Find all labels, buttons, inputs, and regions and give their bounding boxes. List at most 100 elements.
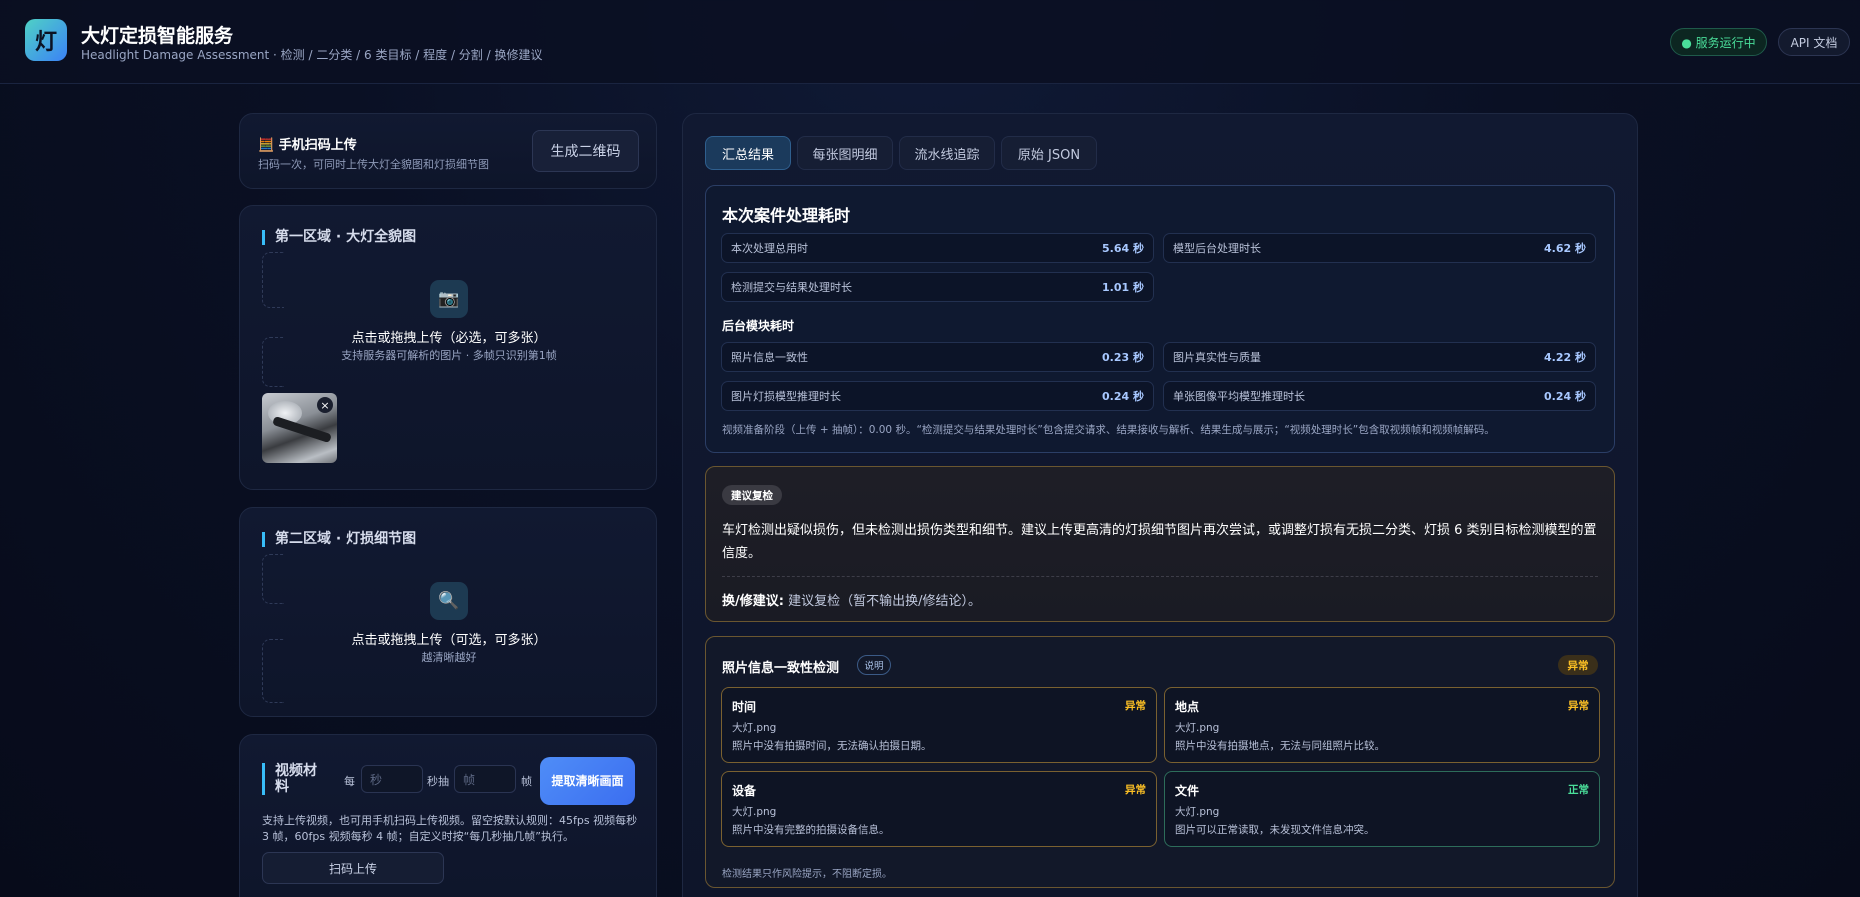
remove-thumbnail-icon[interactable]: × [317, 397, 333, 413]
cell-file: 大灯.png [732, 722, 777, 734]
metric-label: 模型后台处理时长 [1173, 242, 1261, 255]
metric-value: 5.64 秒 [1102, 242, 1144, 255]
metric-submit-time: 检测提交与结果处理时长 1.01 秒 [721, 272, 1154, 302]
consistency-cell-file: 文件 正常 大灯.png 图片可以正常读取，未发现文件信息冲突。 [1164, 771, 1600, 847]
magnifier-icon: 🔍 [430, 582, 468, 620]
zone1-dropzone[interactable]: 点击或拖拽上传（必选，可多张） [240, 327, 658, 346]
metric-total-time: 本次处理总用时 5.64 秒 [721, 233, 1154, 263]
module-metric: 图片灯损模型推理时长 0.24 秒 [721, 381, 1154, 411]
video-every-label: 每 [344, 775, 355, 788]
tab-per-image[interactable]: 每张图明细 [797, 136, 893, 170]
zone-overview-upload: 第一区域 · 大灯全貌图 📷 点击或拖拽上传（必选，可多张） 支持服务器可解析的… [239, 205, 657, 490]
extract-frames-button[interactable]: 提取清晰画面 [540, 757, 635, 805]
cell-message: 照片中没有拍摄地点，无法与同组照片比较。 [1175, 740, 1385, 752]
help-button[interactable]: 说明 [857, 655, 891, 675]
zone1-title: 第一区域 · 大灯全貌图 [262, 230, 416, 245]
repair-advice-value: 建议复检（暂不输出换/修结论）。 [783, 594, 981, 609]
service-status-badge: ● 服务运行中 [1670, 28, 1767, 56]
cell-title: 时间 [732, 700, 757, 714]
cell-message: 照片中没有完整的拍摄设备信息。 [732, 824, 890, 836]
video-desc: 支持上传视频，也可用手机扫码上传视频。留空按默认规则：45fps 视频每秒 3 … [262, 814, 638, 843]
cell-status: 异常 [1125, 700, 1146, 712]
generate-qr-button[interactable]: 生成二维码 [532, 130, 639, 172]
camera-icon: 📷 [430, 280, 468, 318]
metric-label: 图片灯损模型推理时长 [731, 390, 841, 403]
zone2-hint: 越清晰越好 [421, 651, 477, 664]
repair-advice-label: 换/修建议: [722, 594, 784, 609]
advice-section: 建议复检 车灯检测出疑似损伤，但未检测出损伤类型和细节。建议上传更高清的灯损细节… [705, 466, 1615, 622]
modules-title: 后台模块耗时 [722, 319, 795, 333]
app-logo: 灯 [25, 19, 67, 61]
api-docs-button[interactable]: API 文档 [1778, 28, 1850, 56]
cell-status: 异常 [1568, 700, 1589, 712]
consistency-note: 检测结果只作风险提示，不阻断定损。 [722, 869, 892, 880]
cell-status: 异常 [1125, 784, 1146, 796]
timing-note: 视频准备阶段（上传 + 抽帧）：0.00 秒。“检测提交与结果处理时长”包含提交… [722, 424, 1495, 436]
module-metric: 单张图像平均模型推理时长 0.24 秒 [1163, 381, 1596, 411]
consistency-cell-location: 地点 异常 大灯.png 照片中没有拍摄地点，无法与同组照片比较。 [1164, 687, 1600, 763]
metric-label: 本次处理总用时 [731, 242, 808, 255]
seconds-suffix: 秒抽 [427, 775, 449, 788]
video-material-card: 视频材料 每 秒 秒抽 帧 帧 提取清晰画面 支持上传视频，也可用手机扫码上传视… [239, 734, 657, 897]
consistency-section: 照片信息一致性检测 说明 异常 时间 异常 大灯.png 照片中没有拍摄时间，无… [705, 636, 1615, 888]
zone2-dropzone[interactable]: 点击或拖拽上传（可选，可多张） [240, 629, 658, 648]
top-bar: 灯 大灯定损智能服务 Headlight Damage Assessment ·… [0, 0, 1860, 84]
metric-label: 单张图像平均模型推理时长 [1173, 390, 1305, 403]
tab-pipeline[interactable]: 流水线追踪 [899, 136, 995, 170]
cell-file: 大灯.png [732, 806, 777, 818]
metric-label: 检测提交与结果处理时长 [731, 281, 852, 294]
metric-value: 1.01 秒 [1102, 281, 1144, 294]
frames-input[interactable]: 帧 [454, 765, 516, 793]
frames-suffix: 帧 [521, 775, 532, 788]
consistency-title: 照片信息一致性检测 [722, 661, 840, 676]
cell-title: 文件 [1175, 784, 1200, 798]
app-title: 大灯定损智能服务 [81, 25, 234, 47]
metric-value: 0.24 秒 [1544, 390, 1586, 403]
metric-value: 0.23 秒 [1102, 351, 1144, 364]
repair-advice: 换/修建议: 建议复检（暂不输出换/修结论）。 [722, 590, 981, 609]
tab-raw-json[interactable]: 原始 JSON [1001, 136, 1097, 170]
consistency-cell-time: 时间 异常 大灯.png 照片中没有拍摄时间，无法确认拍摄日期。 [721, 687, 1157, 763]
thumbnail-bumper-shape [272, 415, 332, 444]
scan-upload-title-text: 手机扫码上传 [278, 138, 357, 153]
cell-file: 大灯.png [1175, 806, 1220, 818]
metric-model-time: 模型后台处理时长 4.62 秒 [1163, 233, 1596, 263]
zone-detail-upload: 第二区域 · 灯损细节图 🔍 点击或拖拽上传（可选，可多张） 越清晰越好 [239, 507, 657, 717]
seconds-input[interactable]: 秒 [361, 765, 423, 793]
advice-badge: 建议复检 [722, 485, 782, 505]
cell-title: 设备 [732, 784, 757, 798]
advice-text: 车灯检测出疑似损伤，但未检测出损伤类型和细节。建议上传更高清的灯损细节图片再次尝… [722, 523, 1597, 561]
cell-file: 大灯.png [1175, 722, 1220, 734]
scan-upload-card: 🧮 手机扫码上传 扫码一次，可同时上传大灯全貌图和灯损细节图 生成二维码 [239, 113, 657, 189]
results-panel: 汇总结果 每张图明细 流水线追踪 原始 JSON 本次案件处理耗时 本次处理总用… [682, 113, 1638, 897]
cell-message: 图片可以正常读取，未发现文件信息冲突。 [1175, 824, 1375, 836]
divider [722, 576, 1598, 577]
zone1-dropzone-edge [262, 252, 284, 308]
metric-value: 4.22 秒 [1544, 351, 1586, 364]
zone2-dropzone-edge-lower [262, 639, 284, 703]
video-title: 视频材料 [262, 763, 320, 795]
zone2-dropzone-edge [262, 554, 284, 604]
cell-status: 正常 [1568, 784, 1589, 796]
phone-qr-icon: 🧮 [258, 138, 275, 153]
module-metric: 照片信息一致性 0.23 秒 [721, 342, 1154, 372]
zone1-hint: 支持服务器可解析的图片 · 多帧只识别第1帧 [341, 349, 557, 362]
tab-summary[interactable]: 汇总结果 [705, 136, 791, 170]
zone1-dropzone-edge-lower [262, 337, 284, 387]
zone2-title: 第二区域 · 灯损细节图 [262, 532, 416, 547]
scan-upload-desc: 扫码一次，可同时上传大灯全貌图和灯损细节图 [258, 158, 489, 171]
metric-value: 0.24 秒 [1102, 390, 1144, 403]
cell-title: 地点 [1175, 700, 1200, 714]
timing-section: 本次案件处理耗时 本次处理总用时 5.64 秒 模型后台处理时长 4.62 秒 … [705, 185, 1615, 453]
timing-title: 本次案件处理耗时 [722, 206, 851, 225]
metric-value: 4.62 秒 [1544, 242, 1586, 255]
status-badge: 异常 [1558, 655, 1598, 675]
consistency-cell-device: 设备 异常 大灯.png 照片中没有完整的拍摄设备信息。 [721, 771, 1157, 847]
scan-upload-video-button[interactable]: 扫码上传 [262, 852, 444, 884]
module-metric: 图片真实性与质量 4.22 秒 [1163, 342, 1596, 372]
metric-label: 图片真实性与质量 [1173, 351, 1261, 364]
app-subtitle: Headlight Damage Assessment · 检测 / 二分类 /… [81, 48, 543, 62]
scan-upload-title: 🧮 手机扫码上传 [258, 134, 357, 153]
metric-label: 照片信息一致性 [731, 351, 808, 364]
cell-message: 照片中没有拍摄时间，无法确认拍摄日期。 [732, 740, 932, 752]
